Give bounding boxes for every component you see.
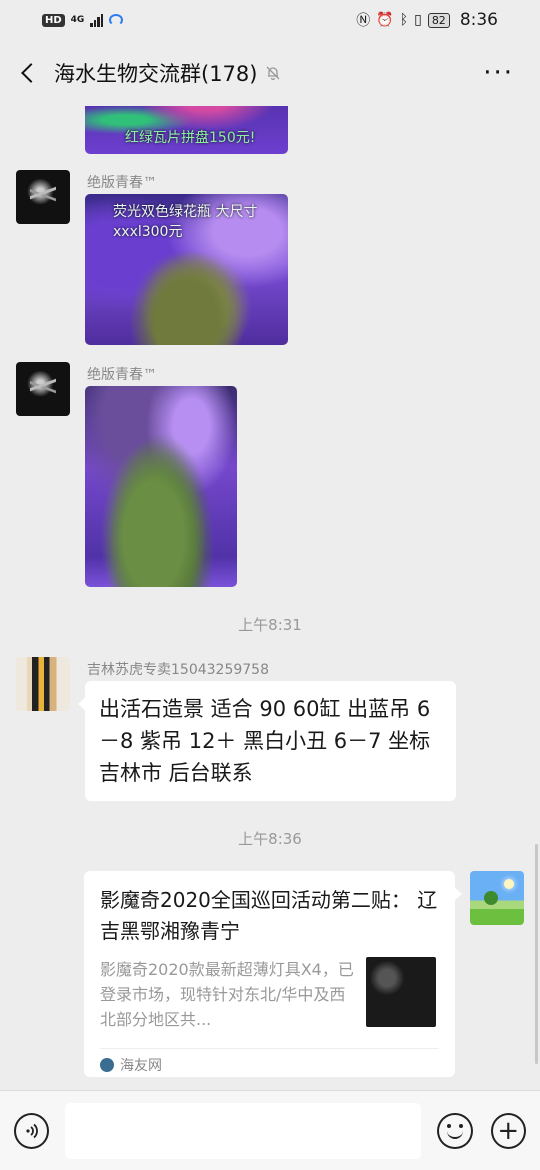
timestamp: 上午8:36 (238, 830, 302, 848)
chat-header: 海水生物交流群(178) ··· (0, 40, 540, 106)
sender-name: 绝版青春™ (87, 175, 157, 191)
source-logo-icon (100, 1057, 114, 1072)
more-options-button[interactable]: ··· (483, 58, 524, 88)
link-description: 影魔奇2020款最新超薄灯具X4，已登录市场，现特针对东北/华中及西北部分地区共… (100, 960, 354, 1029)
status-left: HD 4G (42, 13, 124, 27)
scrollbar[interactable] (535, 844, 538, 1064)
message-input[interactable] (65, 1102, 422, 1159)
mute-bell-icon (265, 64, 283, 82)
vibrate-icon: ▯ (414, 12, 422, 28)
avatar[interactable] (470, 871, 524, 925)
link-title: 影魔奇2020全国巡回活动第二贴： 辽吉黑鄂湘豫青宁 (100, 888, 438, 943)
clock: 8:36 (459, 10, 498, 30)
avatar[interactable] (16, 657, 70, 711)
more-actions-button[interactable]: + (490, 1112, 526, 1149)
nfc-icon: Ⓝ (356, 13, 371, 29)
message-text: 出活石造景 适合 90 60缸 出蓝吊 6－8 紫吊 12＋ 黑白小丑 6－7 … (99, 697, 431, 785)
signal-icon (90, 13, 104, 27)
link-body: 影魔奇2020款最新超薄灯具X4，已登录市场，现特针对东北/华中及西北部分地区共… (100, 957, 439, 1032)
voice-input-button[interactable] (14, 1112, 50, 1149)
text-message-bubble[interactable]: 出活石造景 适合 90 60缸 出蓝吊 6－8 紫吊 12＋ 黑白小丑 6－7 … (78, 681, 456, 801)
plus-icon: + (497, 1115, 520, 1146)
sender-name: 绝版青春™ (87, 367, 157, 383)
link-footer: 海友网 (100, 1048, 439, 1080)
wifi-icon (109, 14, 124, 26)
avatar[interactable] (16, 170, 70, 224)
input-bar: + (0, 1090, 540, 1170)
back-button[interactable] (16, 53, 41, 93)
link-thumbnail (366, 957, 436, 1027)
image-overlay-text: 红绿瓦片拼盘150元! (125, 130, 256, 146)
image-message[interactable] (85, 386, 237, 587)
link-card-message[interactable]: 影魔奇2020全国巡回活动第二贴： 辽吉黑鄂湘豫青宁 影魔奇2020款最新超薄灯… (84, 871, 462, 1080)
network-type: 4G (70, 14, 85, 25)
image-message[interactable]: 红绿瓦片拼盘150元! (85, 106, 288, 154)
chat-title: 海水生物交流群(178) (54, 62, 258, 86)
battery-indicator: 82 (427, 12, 450, 28)
chevron-left-icon (21, 63, 41, 83)
timestamp: 上午8:31 (238, 616, 302, 634)
link-source: 海友网 (120, 1057, 162, 1074)
hd-icon: HD (42, 13, 65, 27)
image-message[interactable]: 荧光双色绿花瓶 大尺寸xxxl300元 (85, 194, 288, 345)
status-bar: HD 4G Ⓝ ⏰ ᛒ ▯ 82 8:36 (0, 0, 540, 40)
bluetooth-icon: ᛒ (399, 12, 409, 28)
status-right: Ⓝ ⏰ ᛒ ▯ 82 8:36 (356, 10, 498, 30)
alarm-icon: ⏰ (376, 12, 394, 28)
sender-name: 吉林苏虎专卖15043259758 (87, 662, 269, 678)
voice-icon (26, 1123, 38, 1138)
image-overlay-text: 荧光双色绿花瓶 大尺寸xxxl300元 (113, 204, 258, 240)
emoji-button[interactable] (437, 1112, 473, 1149)
message-list[interactable]: 红绿瓦片拼盘150元! 绝版青春™ 荧光双色绿花瓶 大尺寸xxxl300元 绝版… (0, 106, 540, 1090)
avatar[interactable] (16, 362, 70, 416)
